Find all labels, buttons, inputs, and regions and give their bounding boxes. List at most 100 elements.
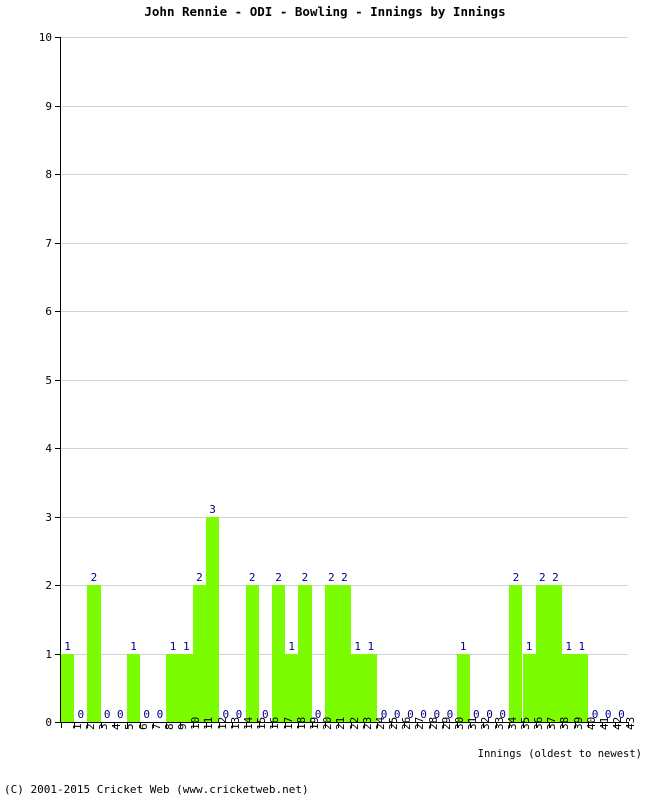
bar-value-label: 2	[196, 571, 203, 584]
x-tick-label: 11	[202, 716, 216, 730]
x-tick-label: 32	[479, 716, 493, 730]
x-tick-label: 21	[334, 716, 348, 730]
bar	[87, 585, 101, 722]
bar-value-label: 1	[64, 639, 71, 653]
x-tick-label: 37	[545, 716, 559, 730]
bar	[324, 585, 338, 722]
bar	[351, 653, 365, 722]
x-tick-label: 16	[268, 716, 282, 730]
y-tick-label: 5	[45, 373, 52, 387]
y-tick-label: 0	[45, 716, 52, 729]
x-tick-label: 28	[426, 716, 440, 730]
bar	[298, 585, 312, 722]
y-tick-label: 3	[45, 510, 52, 524]
bar-value-label: 2	[275, 571, 282, 584]
x-tick-label: 24	[373, 716, 387, 730]
bar-value-label: 1	[130, 639, 137, 653]
x-tick-label: 31	[466, 716, 480, 730]
copyright-footer: (C) 2001-2015 Cricket Web (www.cricketwe…	[4, 783, 309, 796]
gridline	[61, 311, 628, 312]
x-tick-label: 13	[228, 716, 242, 730]
x-tick-label: 6	[136, 723, 150, 730]
gridline	[61, 448, 628, 449]
x-tick-label: 14	[242, 716, 255, 730]
bar	[166, 653, 180, 722]
gridline	[61, 516, 628, 518]
bar-value-label: 0	[156, 708, 164, 721]
bar-value-label: 1	[367, 639, 375, 653]
gridline	[61, 242, 628, 244]
y-tick-label: 7	[45, 236, 52, 250]
x-tick-label: 17	[281, 716, 295, 730]
bar	[562, 653, 576, 722]
bar-value-label: 1	[288, 639, 296, 653]
bar	[192, 585, 207, 722]
bar	[206, 516, 220, 722]
gridline	[61, 105, 628, 107]
bar-value-label: 2	[301, 571, 309, 584]
gridline	[61, 379, 628, 381]
x-tick-label: 40	[584, 716, 598, 730]
x-tick-label: 33	[492, 716, 506, 730]
chart-title: John Rennie - ODI - Bowling - Innings by…	[144, 4, 506, 19]
y-tick-label: 2	[45, 579, 52, 592]
bar	[575, 653, 589, 722]
x-tick-label: 34	[505, 716, 519, 730]
bar-value-label: 1	[565, 639, 572, 653]
bar-value-label: 2	[512, 571, 520, 584]
bar	[271, 585, 286, 722]
bar-value-label: 0	[77, 708, 85, 721]
bar-value-label: 3	[209, 502, 216, 516]
x-tick-label: 15	[255, 716, 269, 730]
x-tick-label: 42	[611, 716, 625, 730]
bar-value-label: 0	[117, 708, 124, 721]
gridline	[61, 37, 628, 38]
bar-value-label: 1	[354, 639, 361, 653]
y-tick-label: 10	[38, 31, 52, 44]
bar-value-label: 1	[459, 639, 467, 653]
x-tick-label: 30	[452, 716, 466, 730]
x-tick-label: 26	[400, 716, 414, 730]
x-tick-label: 43	[624, 716, 638, 730]
bar	[509, 585, 523, 722]
x-tick-label: 3	[96, 723, 110, 730]
bowling-innings-chart: John Rennie - ODI - Bowling - Innings by…	[0, 0, 650, 800]
x-tick-label: 5	[123, 723, 137, 730]
y-tick-label: 4	[45, 442, 52, 455]
x-tick-label: 23	[360, 716, 374, 730]
bar-value-label: 2	[327, 571, 335, 584]
x-tick-label: 25	[387, 716, 401, 730]
y-tick-label: 9	[45, 99, 52, 113]
plot-area	[61, 37, 628, 722]
bar-value-label: 1	[182, 639, 190, 653]
x-axis-title: Innings (oldest to newest)	[477, 748, 642, 760]
bar	[61, 653, 75, 722]
x-tick-label: 41	[598, 716, 612, 730]
bar	[522, 653, 536, 722]
bar	[548, 585, 563, 722]
bar	[364, 653, 378, 722]
bar-value-label: 1	[578, 639, 586, 653]
x-tick-label: 39	[571, 716, 585, 730]
x-tick-label: 8	[162, 723, 176, 730]
x-tick-label: 29	[439, 716, 453, 730]
bar	[126, 653, 141, 722]
x-tick-label: 18	[294, 716, 308, 730]
bar-value-label: 2	[341, 571, 348, 584]
x-tick-label: 35	[518, 716, 532, 730]
x-tick-label: 36	[532, 716, 546, 730]
y-tick-label: 8	[45, 168, 52, 181]
bar-value-label: 0	[103, 708, 111, 721]
x-tick	[61, 723, 62, 728]
bar-value-label: 1	[169, 639, 177, 653]
x-tick-label: 27	[413, 716, 427, 730]
bar	[456, 653, 470, 722]
x-tick-label: 12	[215, 716, 229, 730]
bar-value-label: 0	[143, 708, 150, 721]
bar	[245, 585, 259, 722]
bar-value-label: 1	[525, 639, 533, 653]
x-tick-label: 10	[189, 716, 203, 730]
x-tick-label: 20	[321, 716, 335, 730]
x-tick-label: 19	[307, 716, 321, 730]
bar-value-label: 2	[552, 571, 559, 584]
